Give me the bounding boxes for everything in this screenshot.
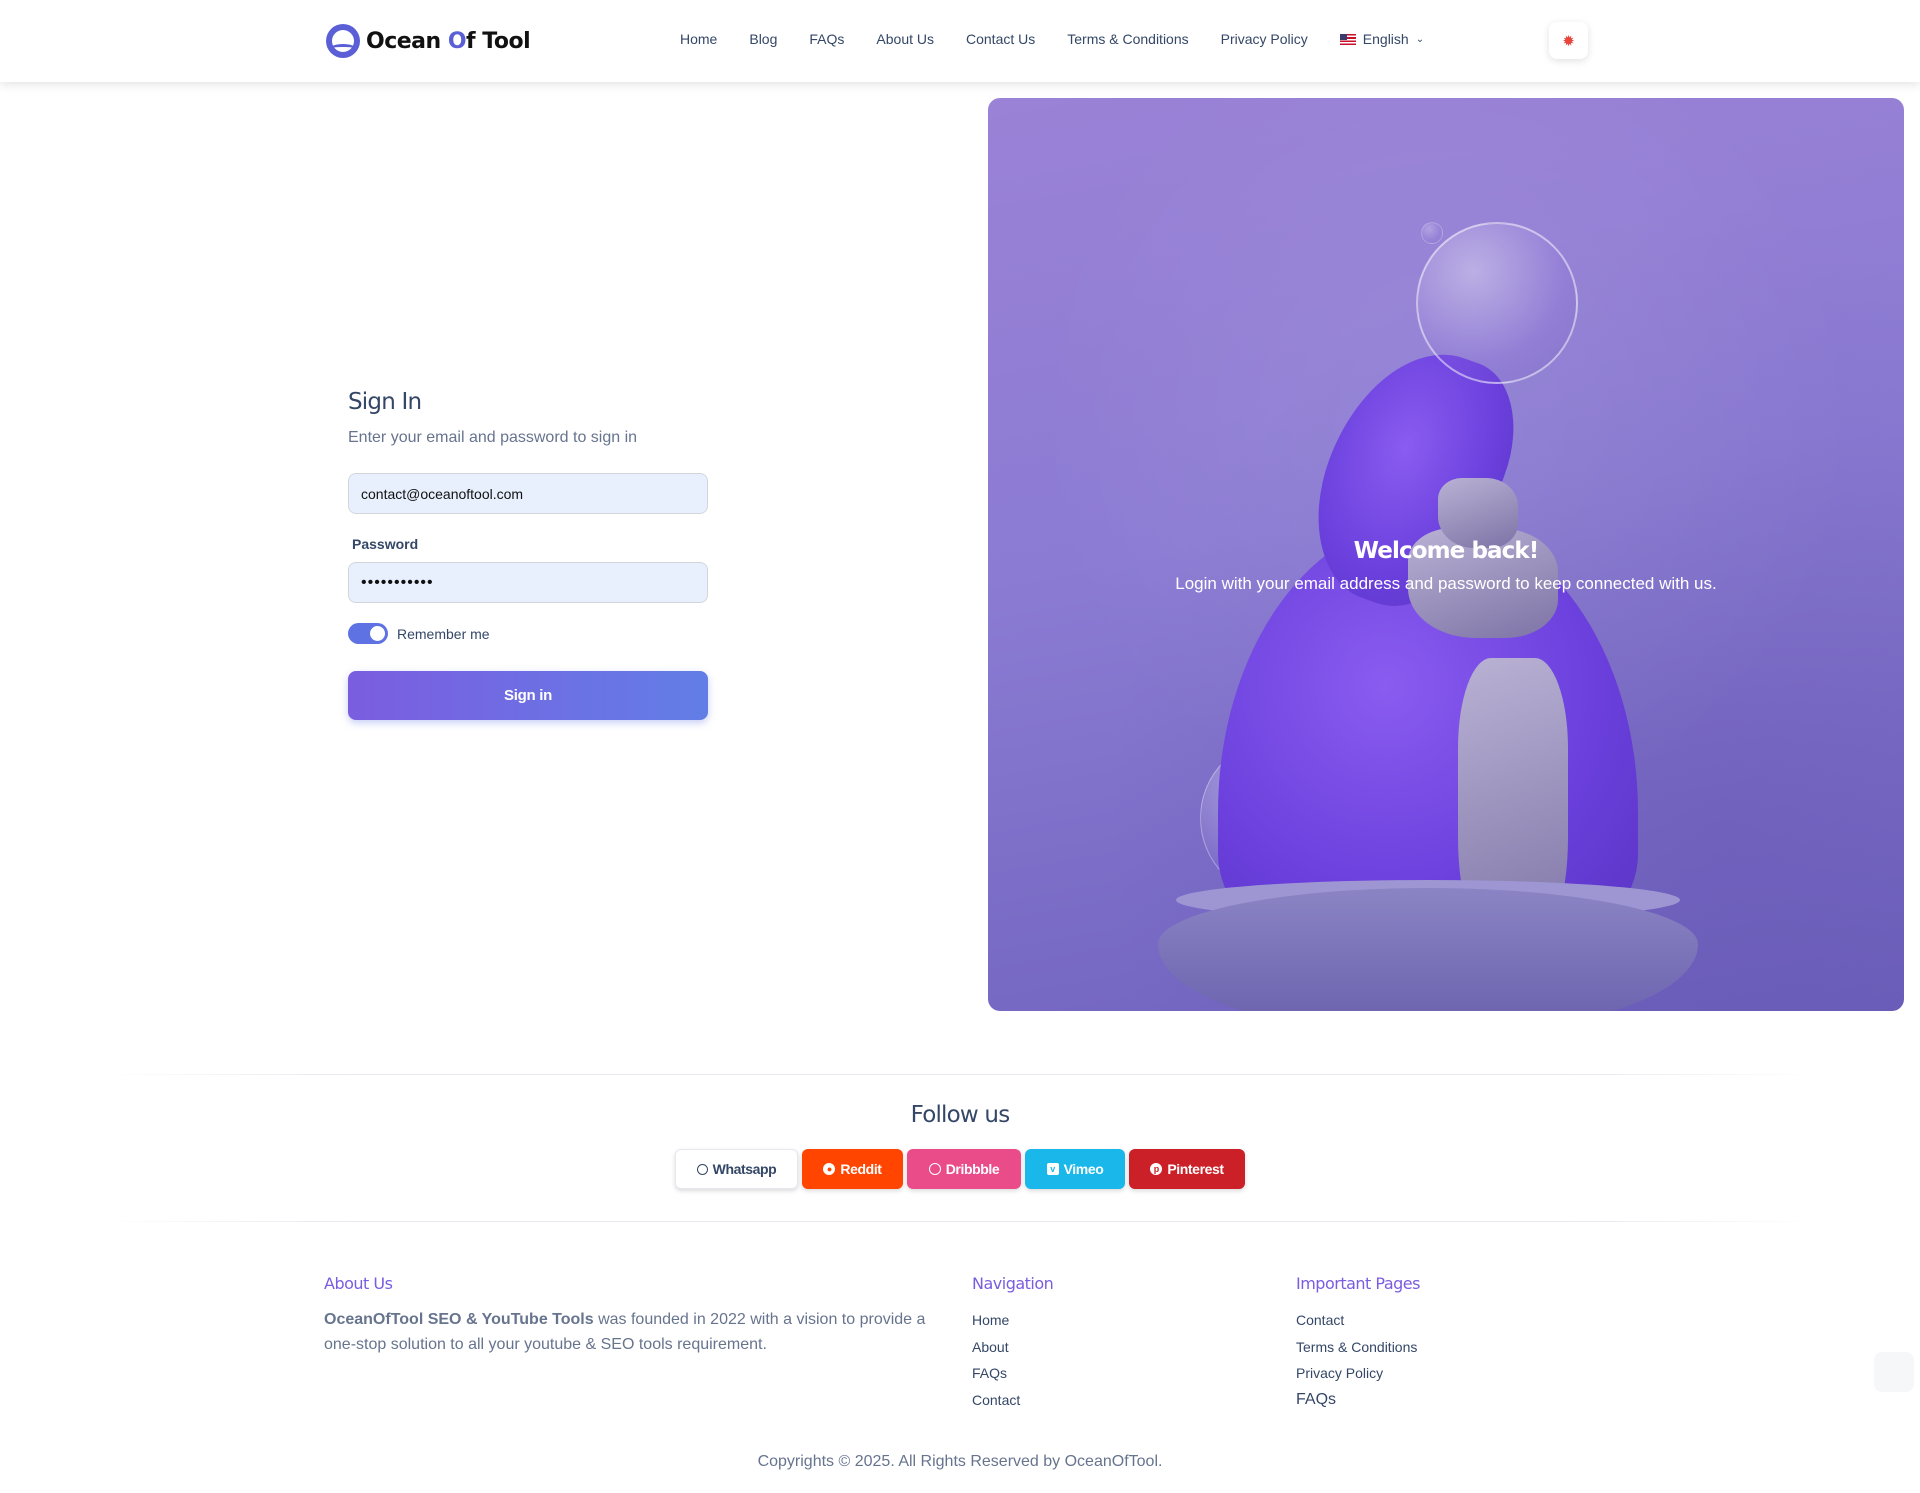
dribbble-button[interactable]: Dribbble xyxy=(907,1149,1021,1189)
social-links: Whatsapp ● Reddit Dribbble v Vimeo p Pin… xyxy=(675,1149,1245,1189)
language-label: English xyxy=(1362,31,1409,47)
footer-link-privacy[interactable]: Privacy Policy xyxy=(1296,1360,1420,1387)
password-label: Password xyxy=(352,536,419,552)
logo-icon xyxy=(326,24,360,58)
footer-about: About Us OceanOfTool SEO & YouTube Tools… xyxy=(324,1274,944,1357)
email-field[interactable]: contact@oceanoftool.com xyxy=(348,473,708,514)
footer-important-pages: Important Pages Contact Terms & Conditio… xyxy=(1296,1274,1420,1413)
whatsapp-button[interactable]: Whatsapp xyxy=(675,1149,798,1189)
vimeo-button[interactable]: v Vimeo xyxy=(1025,1149,1125,1189)
footer-link-terms[interactable]: Terms & Conditions xyxy=(1296,1334,1420,1361)
nav-faqs[interactable]: FAQs xyxy=(809,31,844,47)
hero-text: Welcome back! Login with your email addr… xyxy=(988,538,1904,594)
vimeo-icon: v xyxy=(1046,1163,1059,1175)
language-selector[interactable]: English ⌄ xyxy=(1339,31,1425,47)
footer-link-faqs[interactable]: FAQs xyxy=(972,1360,1053,1387)
footer-link-faqs-page[interactable]: FAQs xyxy=(1296,1387,1420,1414)
site-header: Ocean Of Tool Home Blog FAQs About Us Co… xyxy=(0,0,1920,82)
footer-about-text: OceanOfTool SEO & YouTube Tools was foun… xyxy=(324,1311,926,1353)
reddit-button[interactable]: ● Reddit xyxy=(802,1149,903,1189)
divider xyxy=(100,1221,1820,1222)
chevron-down-icon: ⌄ xyxy=(1415,33,1425,45)
footer-link-contact-page[interactable]: Contact xyxy=(1296,1307,1420,1334)
signin-form: Sign In Enter your email and password to… xyxy=(348,389,708,720)
signin-title: Sign In xyxy=(348,389,422,415)
us-flag-icon xyxy=(1339,33,1356,45)
pinterest-icon: p xyxy=(1150,1163,1163,1175)
logo-text: Ocean Of Tool xyxy=(366,28,531,54)
scroll-to-top-button[interactable] xyxy=(1874,1352,1914,1392)
site-logo[interactable]: Ocean Of Tool xyxy=(326,24,531,58)
remember-me-row: Remember me xyxy=(348,623,708,644)
footer-about-title: About Us xyxy=(324,1274,393,1293)
reddit-icon: ● xyxy=(823,1163,836,1175)
theme-toggle-button[interactable]: ✹ xyxy=(1549,22,1588,59)
footer-navigation-title: Navigation xyxy=(972,1274,1054,1293)
sun-icon: ✹ xyxy=(1562,32,1575,50)
signin-subtitle: Enter your email and password to sign in xyxy=(348,429,638,446)
nav-privacy[interactable]: Privacy Policy xyxy=(1221,31,1308,47)
dribbble-icon xyxy=(928,1163,941,1175)
hero-image-panel: Welcome back! Login with your email addr… xyxy=(988,98,1904,1011)
password-field[interactable]: ••••••••••• xyxy=(348,562,708,603)
footer-link-about[interactable]: About xyxy=(972,1334,1053,1361)
follow-title: Follow us xyxy=(910,1102,1011,1128)
main-nav: Home Blog FAQs About Us Contact Us Terms… xyxy=(680,31,1424,47)
footer-important-title: Important Pages xyxy=(1296,1274,1420,1293)
signin-button[interactable]: Sign in xyxy=(348,671,708,720)
nav-blog[interactable]: Blog xyxy=(749,31,777,47)
footer-link-contact[interactable]: Contact xyxy=(972,1387,1053,1414)
remember-me-label: Remember me xyxy=(397,625,490,642)
nav-terms[interactable]: Terms & Conditions xyxy=(1067,31,1188,47)
whatsapp-icon xyxy=(696,1163,708,1175)
copyright: Copyrights © 2025. All Rights Reserved b… xyxy=(757,1453,1163,1470)
hero-title: Welcome back! xyxy=(1353,538,1540,564)
nav-home[interactable]: Home xyxy=(680,31,717,47)
nav-contact-us[interactable]: Contact Us xyxy=(966,31,1035,47)
pinterest-button[interactable]: p Pinterest xyxy=(1129,1149,1245,1189)
divider xyxy=(100,1074,1820,1075)
nav-about-us[interactable]: About Us xyxy=(876,31,934,47)
glass-sphere xyxy=(1416,222,1578,384)
pedestal xyxy=(1158,888,1698,1011)
footer-navigation: Navigation Home About FAQs Contact xyxy=(972,1274,1054,1414)
small-sphere xyxy=(1421,222,1443,244)
remember-me-toggle[interactable] xyxy=(348,623,388,644)
footer-link-home[interactable]: Home xyxy=(972,1307,1053,1334)
hero-subtitle: Login with your email address and passwo… xyxy=(1175,574,1717,593)
